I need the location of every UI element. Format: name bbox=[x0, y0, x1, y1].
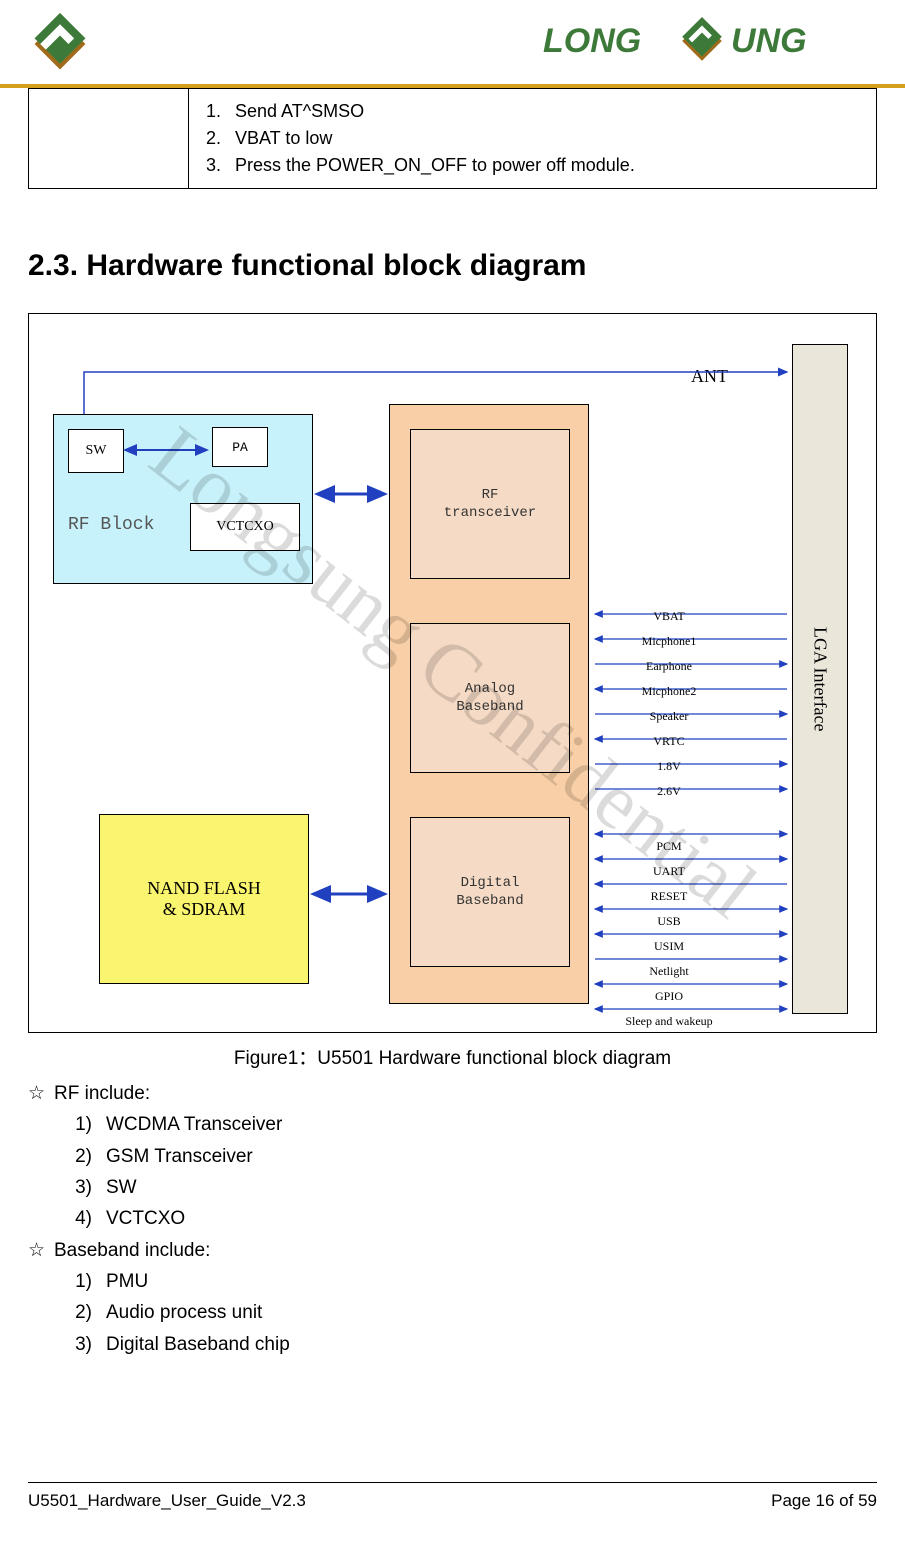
list-num: 1. bbox=[199, 101, 221, 122]
list-text: SW bbox=[106, 1172, 137, 1203]
list-text: VBAT to low bbox=[235, 128, 332, 149]
sig-label: VBAT bbox=[599, 604, 739, 629]
body-text: ☆ RF include: 1) WCDMA Transceiver 2) GSM T… bbox=[28, 1078, 877, 1360]
sig-label: VRTC bbox=[599, 729, 739, 754]
sig-label: 1.8V bbox=[599, 754, 739, 779]
logo-wordmark: LONG UNG bbox=[543, 18, 873, 64]
list-num: 3) bbox=[64, 1172, 92, 1203]
figure-caption: Figure1：U5501 Hardware functional block … bbox=[28, 1043, 877, 1070]
diagram-connections bbox=[29, 314, 876, 1032]
list-text: PMU bbox=[106, 1266, 148, 1297]
sig-label: Speaker bbox=[599, 704, 739, 729]
sig-label: UART bbox=[599, 859, 739, 884]
sig-label: Micphone1 bbox=[599, 629, 739, 654]
page-footer: U5501_Hardware_User_Guide_V2.3 Page 16 o… bbox=[28, 1482, 877, 1511]
page-header: LONG UNG bbox=[0, 0, 905, 88]
rf-include-label: RF include: bbox=[54, 1078, 150, 1109]
list-text: WCDMA Transceiver bbox=[106, 1109, 282, 1140]
star-icon: ☆ bbox=[28, 1078, 46, 1109]
sig-label: RESET bbox=[599, 884, 739, 909]
table-left-cell bbox=[29, 89, 189, 189]
sig-label: PCM bbox=[599, 834, 739, 859]
list-num: 1) bbox=[64, 1109, 92, 1140]
list-num: 2) bbox=[64, 1297, 92, 1328]
sig-label: GPIO bbox=[599, 984, 739, 1009]
list-num: 2. bbox=[199, 128, 221, 149]
sig-label: Micphone2 bbox=[599, 679, 739, 704]
section-title: 2.3. Hardware functional block diagram bbox=[28, 249, 877, 283]
logo-mark-icon bbox=[28, 12, 92, 81]
list-text: Send AT^SMSO bbox=[235, 101, 364, 122]
star-icon: ☆ bbox=[28, 1235, 46, 1266]
sig-label: Earphone bbox=[599, 654, 739, 679]
table-right-cell: 1. Send AT^SMSO 2. VBAT to low 3. Press the… bbox=[189, 89, 877, 189]
footer-page-num: Page 16 of 59 bbox=[771, 1491, 877, 1511]
list-text: GSM Transceiver bbox=[106, 1141, 253, 1172]
sig-label: USB bbox=[599, 909, 739, 934]
sig-label: 2.6V bbox=[599, 779, 739, 804]
signal-labels: VBAT Micphone1 Earphone Micphone2 Speake… bbox=[599, 604, 739, 1034]
list-num: 3. bbox=[199, 155, 221, 176]
power-off-table: 1. Send AT^SMSO 2. VBAT to low 3. Press the… bbox=[28, 88, 877, 189]
block-diagram: Longsung Confidential bbox=[28, 313, 877, 1033]
bb-include-label: Baseband include: bbox=[54, 1235, 210, 1266]
sig-label: Sleep and wakeup bbox=[599, 1009, 739, 1034]
svg-text:UNG: UNG bbox=[731, 22, 807, 60]
list-text: VCTCXO bbox=[106, 1203, 185, 1234]
list-num: 4) bbox=[64, 1203, 92, 1234]
list-text: Press the POWER_ON_OFF to power off modu… bbox=[235, 155, 635, 176]
list-num: 3) bbox=[64, 1329, 92, 1360]
list-num: 1) bbox=[64, 1266, 92, 1297]
footer-doc-name: U5501_Hardware_User_Guide_V2.3 bbox=[28, 1491, 306, 1511]
list-text: Digital Baseband chip bbox=[106, 1329, 290, 1360]
sig-label: USIM bbox=[599, 934, 739, 959]
list-text: Audio process unit bbox=[106, 1297, 262, 1328]
svg-text:LONG: LONG bbox=[543, 22, 641, 60]
sig-label: Netlight bbox=[599, 959, 739, 984]
list-num: 2) bbox=[64, 1141, 92, 1172]
